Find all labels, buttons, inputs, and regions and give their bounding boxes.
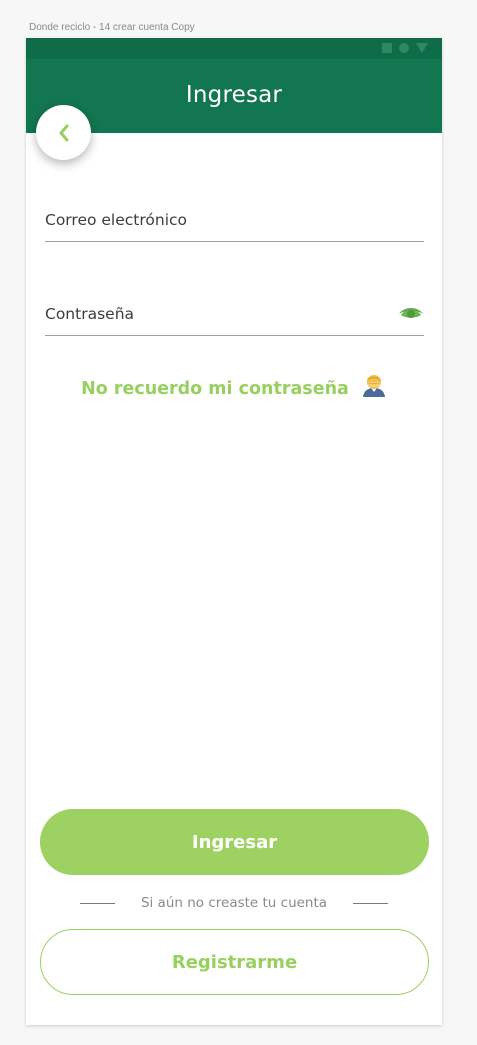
page-title: Ingresar xyxy=(185,82,283,108)
email-input[interactable] xyxy=(45,200,424,241)
divider-line-left xyxy=(79,902,115,904)
person-face-palm-emoji-icon xyxy=(362,375,385,397)
status-icons xyxy=(382,43,428,53)
password-input[interactable] xyxy=(45,294,424,335)
password-field[interactable]: Contraseña xyxy=(45,294,424,336)
email-field[interactable]: Correo electrónico xyxy=(45,200,424,242)
login-button[interactable]: Ingresar xyxy=(40,809,429,875)
phone-screen: Ingresar Correo electrónico Contraseña N… xyxy=(26,38,442,1025)
eye-icon[interactable] xyxy=(398,305,424,321)
back-button[interactable] xyxy=(36,105,91,160)
divider-text: Si aún no creaste tu cuenta xyxy=(140,895,328,911)
forgot-password-link[interactable]: No recuerdo mi contraseña xyxy=(26,373,442,399)
triangle-icon xyxy=(416,43,428,53)
artboard-title: Donde reciclo - 14 crear cuenta Copy xyxy=(29,22,195,33)
status-bar xyxy=(26,38,442,59)
register-divider: Si aún no creaste tu cuenta xyxy=(26,894,442,912)
register-button[interactable]: Registrarme xyxy=(40,929,429,995)
square-icon xyxy=(382,43,392,53)
circle-icon xyxy=(399,43,409,53)
divider-line-right xyxy=(353,902,389,904)
chevron-left-icon xyxy=(59,124,68,141)
forgot-password-label: No recuerdo mi contraseña xyxy=(81,379,349,399)
